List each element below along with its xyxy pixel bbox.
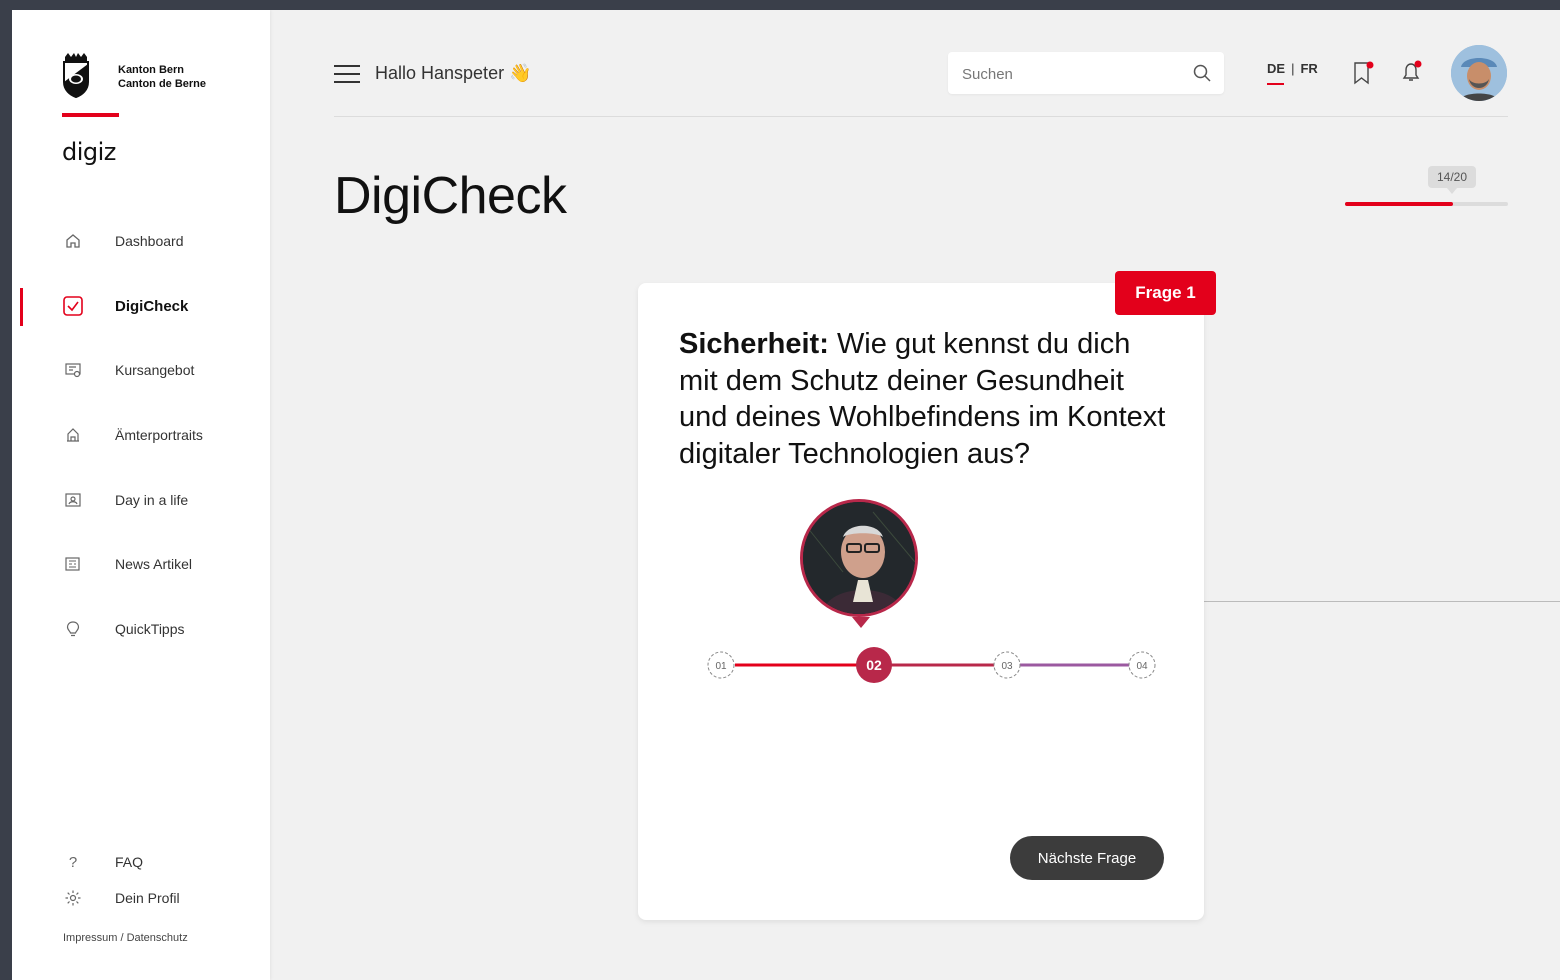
progress-bar-fill [1345, 202, 1453, 206]
canton-name-de: Kanton Bern [118, 64, 184, 76]
next-question-button[interactable]: Nächste Frage [1010, 836, 1164, 880]
gear-icon [62, 887, 84, 909]
sidebar-item-digicheck[interactable]: DigiCheck [12, 286, 270, 326]
lang-separator: | [1291, 61, 1295, 76]
page-title: DigiCheck [334, 167, 567, 225]
news-icon [62, 553, 84, 575]
question-card: Sicherheit: Wie gut kennst du dich mit d… [638, 283, 1204, 920]
sidebar-item-dashboard[interactable]: Dashboard [12, 221, 270, 261]
app-window: Kanton Bern Canton de Berne digiz Dashbo… [12, 10, 1560, 980]
sidebar-item-news-artikel[interactable]: News Artikel [12, 544, 270, 584]
canton-name: Kanton Bern Canton de Berne [118, 63, 206, 91]
scale-option-label: 03 [1001, 661, 1013, 672]
profile-label: Dein Profil [115, 890, 180, 906]
faq-label: FAQ [115, 854, 144, 870]
sidebar-item-label: Ämterportraits [115, 427, 203, 443]
brand-divider [62, 113, 119, 117]
sidebar-item-label: News Artikel [115, 556, 193, 572]
progress-label: 14/20 [1428, 166, 1476, 194]
sidebar-item-faq[interactable]: ? FAQ [12, 850, 270, 874]
question-text: Sicherheit: Wie gut kennst du dich mit d… [679, 326, 1169, 472]
greeting: Hallo Hanspeter 👋 [375, 63, 532, 83]
scale-option-03[interactable]: 03 [993, 651, 1021, 679]
legal-link[interactable]: Impressum / Datenschutz [63, 932, 188, 944]
question-topic: Sicherheit: [679, 328, 829, 360]
sidebar-item-aemterportraits[interactable]: Ämterportraits [12, 415, 270, 455]
question-number-badge: Frage 1 [1115, 271, 1216, 315]
bern-crest-icon [63, 53, 89, 98]
progress-bar [1345, 202, 1508, 206]
scale-option-label: 01 [715, 661, 727, 672]
scale-option-label: 02 [866, 657, 882, 673]
bookmark-icon[interactable] [1351, 60, 1375, 86]
menu-icon[interactable] [334, 65, 360, 83]
sidebar-item-label: QuickTipps [115, 621, 185, 637]
search-box [948, 52, 1224, 96]
home-icon [62, 230, 84, 252]
sidebar-item-quicktipps[interactable]: QuickTipps [12, 609, 270, 649]
decorative-line [1204, 601, 1560, 602]
expert-portrait [800, 499, 918, 617]
question-icon: ? [68, 853, 78, 871]
language-switcher: DE | FR [1267, 61, 1318, 85]
scale-option-02[interactable]: 02 [856, 647, 892, 683]
lang-de[interactable]: DE [1267, 61, 1285, 85]
rating-scale: 01 02 03 04 [707, 647, 1156, 683]
scale-option-04[interactable]: 04 [1128, 651, 1156, 679]
canton-logo[interactable]: Kanton Bern Canton de Berne [62, 52, 206, 98]
sidebar-item-kursangebot[interactable]: Kursangebot [12, 350, 270, 390]
lightbulb-icon [62, 618, 84, 640]
search-icon[interactable] [1192, 63, 1212, 83]
scale-option-01[interactable]: 01 [707, 651, 735, 679]
sidebar-item-label: Day in a life [115, 492, 189, 508]
course-icon [62, 359, 84, 381]
portrait-pointer [852, 617, 870, 628]
sidebar-item-label: DigiCheck [115, 297, 189, 315]
id-card-icon [62, 489, 84, 511]
canton-name-fr: Canton de Berne [118, 78, 207, 90]
header-divider [334, 116, 1508, 117]
sidebar-item-day-in-a-life[interactable]: Day in a life [12, 480, 270, 520]
app-logo[interactable]: digiz [62, 138, 116, 166]
sidebar-item-label: Dashboard [115, 233, 184, 249]
search-input[interactable] [960, 52, 1184, 96]
sidebar: Kanton Bern Canton de Berne digiz Dashbo… [12, 10, 270, 980]
sidebar-item-profile[interactable]: Dein Profil [12, 886, 270, 910]
notification-bell-icon[interactable] [1399, 59, 1423, 85]
sidebar-item-label: Kursangebot [115, 362, 195, 378]
scale-option-label: 04 [1136, 661, 1148, 672]
building-icon [62, 424, 84, 446]
avatar[interactable] [1451, 45, 1507, 101]
lang-fr[interactable]: FR [1300, 61, 1317, 76]
checkbox-icon [62, 295, 84, 317]
